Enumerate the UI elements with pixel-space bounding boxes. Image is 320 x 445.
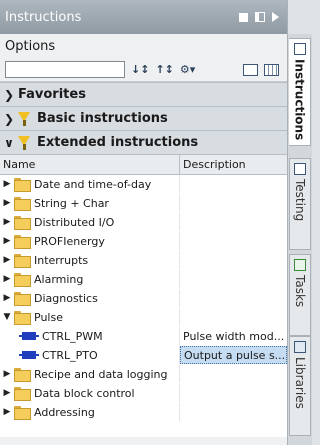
tree-instruction-ctrl-pto[interactable]: CTRL_PTO Output a pulse s... bbox=[0, 346, 287, 365]
folder-icon bbox=[14, 406, 31, 420]
section-extended-instructions[interactable]: ∨ Extended instructions bbox=[0, 130, 287, 154]
folder-icon bbox=[14, 216, 31, 230]
libraries-book-icon bbox=[294, 341, 306, 353]
instruction-tree: ▶ Date and time-of-day ▶ String + Char ▶ Di… bbox=[0, 175, 287, 437]
tab-instructions[interactable]: Instructions bbox=[289, 38, 311, 146]
folder-icon bbox=[14, 273, 31, 287]
sort-ascending-icon[interactable]: ↓↕ bbox=[131, 63, 149, 76]
tab-tasks[interactable]: Tasks bbox=[289, 254, 311, 336]
options-toolbar: ↓↕ ↑↕ ⚙▾ bbox=[0, 58, 287, 82]
expand-arrow-icon[interactable]: ▶ bbox=[0, 407, 14, 417]
collapse-arrow-icon[interactable]: ▼ bbox=[0, 312, 14, 322]
expand-arrow-icon[interactable]: ▶ bbox=[0, 236, 14, 246]
tree-folder-profienergy[interactable]: ▶ PROFIenergy bbox=[0, 232, 287, 251]
tree-folder-date-time[interactable]: ▶ Date and time-of-day bbox=[0, 175, 287, 194]
tab-testing[interactable]: Testing bbox=[289, 158, 311, 250]
instruction-block-icon bbox=[19, 332, 39, 340]
options-label[interactable]: Options bbox=[0, 34, 287, 58]
tree-instruction-ctrl-pwm[interactable]: CTRL_PWM Pulse width mod... bbox=[0, 327, 287, 346]
panel-title: Instructions bbox=[5, 9, 82, 25]
tab-libraries[interactable]: Libraries bbox=[289, 336, 311, 436]
filter-funnel-icon bbox=[18, 135, 31, 150]
folder-icon bbox=[14, 254, 31, 268]
expand-arrow-icon[interactable]: ▶ bbox=[0, 293, 14, 303]
tree-folder-string-char[interactable]: ▶ String + Char bbox=[0, 194, 287, 213]
expand-arrow-icon[interactable]: ▶ bbox=[0, 198, 14, 208]
folder-icon bbox=[14, 197, 31, 211]
expand-arrow-icon[interactable]: ▶ bbox=[0, 369, 14, 379]
float-icon[interactable] bbox=[255, 12, 265, 22]
expand-arrow-icon[interactable]: ▶ bbox=[0, 388, 14, 398]
folder-icon bbox=[14, 368, 31, 382]
section-extended-label: Extended instructions bbox=[37, 135, 199, 150]
section-basic-label: Basic instructions bbox=[37, 111, 168, 126]
tree-folder-data-block-control[interactable]: ▶ Data block control bbox=[0, 384, 287, 403]
sort-descending-icon[interactable]: ↑↕ bbox=[155, 63, 173, 76]
filter-icon[interactable]: ⚙▾ bbox=[180, 63, 195, 76]
tree-folder-addressing[interactable]: ▶ Addressing bbox=[0, 403, 287, 422]
filter-funnel-icon bbox=[18, 111, 31, 126]
collapse-arrow-icon[interactable] bbox=[272, 12, 279, 22]
instructions-icon bbox=[293, 43, 306, 55]
list-view-icon[interactable] bbox=[243, 63, 258, 76]
folder-icon bbox=[14, 311, 31, 325]
expand-arrow-icon[interactable]: ▶ bbox=[0, 255, 14, 265]
column-header: Name Description bbox=[0, 154, 287, 175]
column-name[interactable]: Name bbox=[0, 155, 180, 174]
column-description[interactable]: Description bbox=[180, 155, 287, 174]
section-favorites-label: Favorites bbox=[18, 87, 86, 102]
folder-icon bbox=[14, 292, 31, 306]
chevron-down-icon: ∨ bbox=[4, 135, 14, 150]
testing-icon bbox=[294, 163, 306, 175]
chevron-right-icon: ❯ bbox=[3, 87, 15, 102]
section-basic-instructions[interactable]: ❯ Basic instructions bbox=[0, 106, 287, 130]
tree-folder-pulse[interactable]: ▼ Pulse bbox=[0, 308, 287, 327]
panel-titlebar: Instructions bbox=[0, 0, 287, 34]
expand-arrow-icon[interactable]: ▶ bbox=[0, 179, 14, 189]
tree-folder-distributed-io[interactable]: ▶ Distributed I/O bbox=[0, 213, 287, 232]
expand-arrow-icon[interactable]: ▶ bbox=[0, 274, 14, 284]
tree-folder-interrupts[interactable]: ▶ Interrupts bbox=[0, 251, 287, 270]
section-favorites[interactable]: ❯ Favorites bbox=[0, 82, 287, 106]
tree-folder-diagnostics[interactable]: ▶ Diagnostics bbox=[0, 289, 287, 308]
tree-folder-recipe-logging[interactable]: ▶ Recipe and data logging bbox=[0, 365, 287, 384]
tasks-check-icon bbox=[294, 259, 306, 271]
tree-folder-alarming[interactable]: ▶ Alarming bbox=[0, 270, 287, 289]
folder-icon bbox=[14, 178, 31, 192]
expand-arrow-icon[interactable]: ▶ bbox=[0, 217, 14, 227]
instructions-panel: Instructions Options ↓↕ ↑↕ ⚙▾ ❯ Favorite… bbox=[0, 0, 288, 445]
pin-icon[interactable] bbox=[239, 12, 248, 22]
instruction-block-icon bbox=[19, 351, 39, 359]
search-input[interactable] bbox=[5, 61, 125, 78]
chevron-right-icon: ❯ bbox=[3, 111, 15, 126]
grid-view-icon[interactable] bbox=[264, 63, 279, 76]
side-tab-strip: Instructions Testing Tasks Libraries bbox=[288, 34, 312, 445]
folder-icon bbox=[14, 235, 31, 249]
folder-icon bbox=[14, 387, 31, 401]
